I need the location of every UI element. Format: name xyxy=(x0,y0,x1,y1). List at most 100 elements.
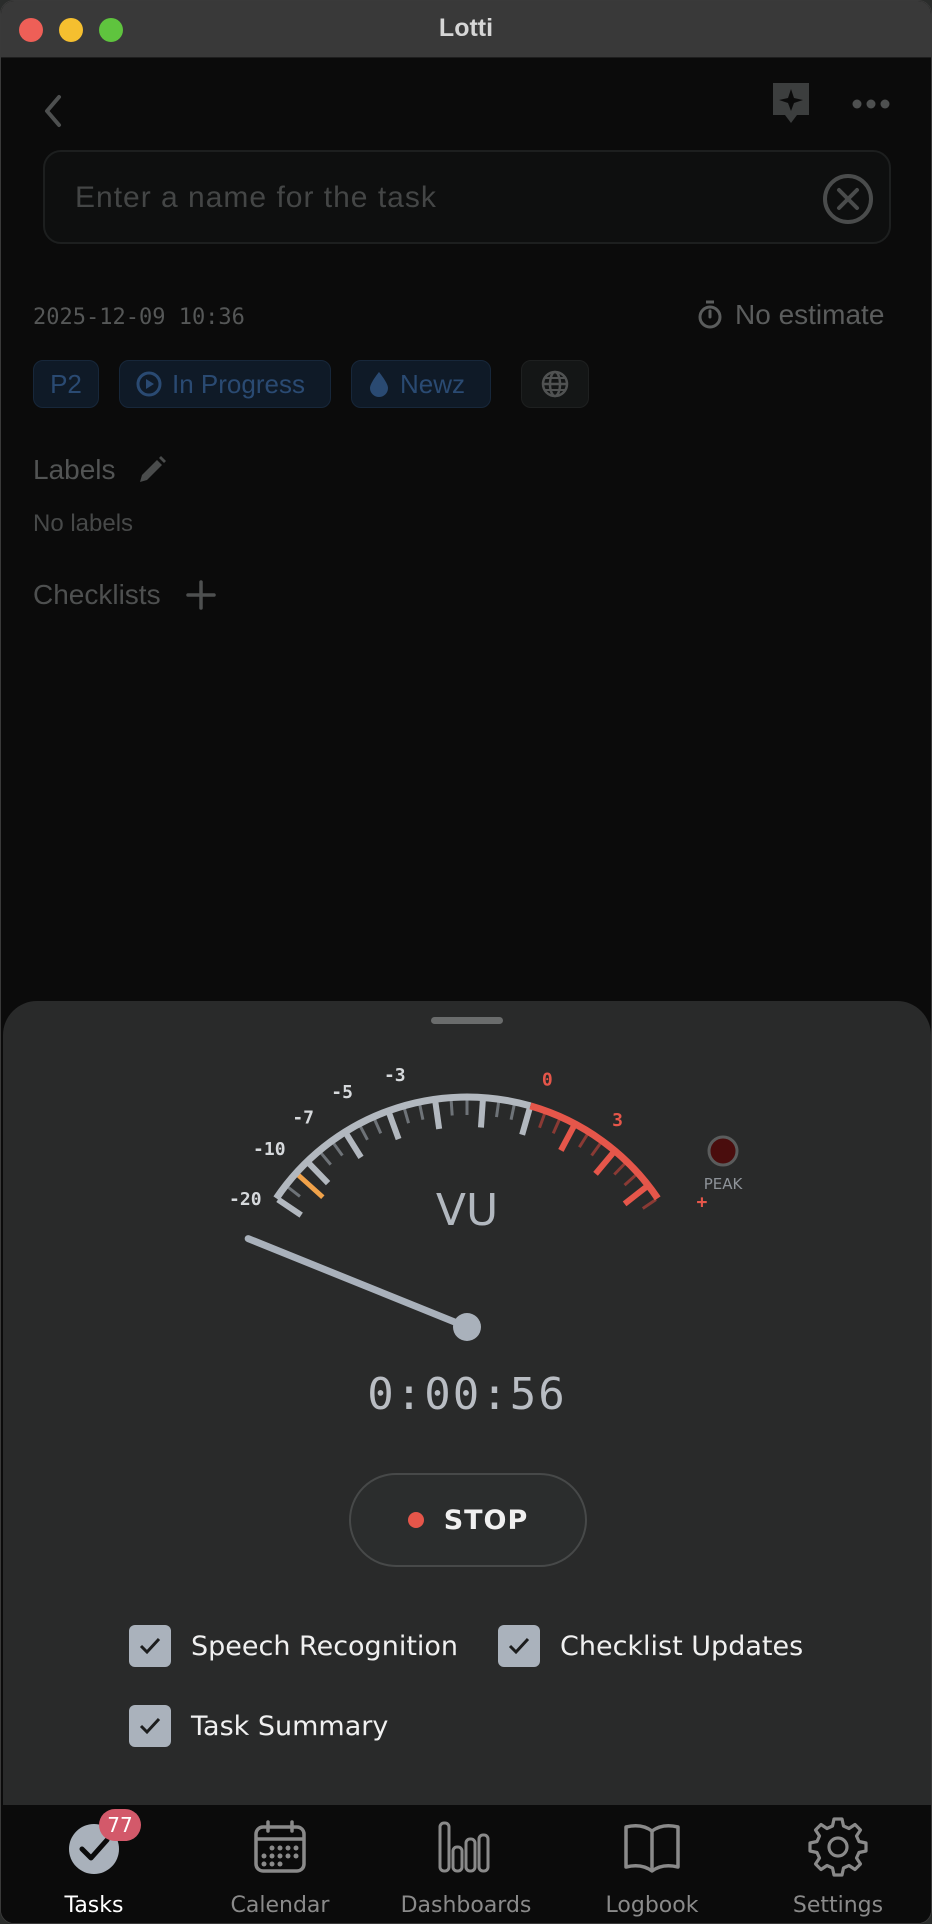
more-options-icon[interactable] xyxy=(849,89,893,119)
priority-label: P2 xyxy=(50,368,82,399)
vu-tick xyxy=(551,1118,562,1134)
nav-item-dashboards[interactable]: Dashboards xyxy=(373,1805,559,1923)
vu-title: VU xyxy=(436,1185,498,1236)
water-drop-icon xyxy=(370,372,388,397)
vu-needle-pivot xyxy=(453,1313,481,1341)
vu-tick xyxy=(613,1161,627,1176)
estimate-button[interactable]: No estimate xyxy=(697,299,884,331)
category-chip[interactable]: Newz xyxy=(351,360,491,408)
labels-section: Labels xyxy=(33,454,168,486)
nav-item-logbook[interactable]: Logbook xyxy=(559,1805,745,1923)
speech-recognition-option[interactable]: Speech Recognition xyxy=(129,1625,458,1667)
estimate-label: No estimate xyxy=(735,299,885,330)
tasks-badge: 77 xyxy=(99,1809,141,1841)
status-chip[interactable]: In Progress xyxy=(119,360,331,408)
back-chevron-icon[interactable] xyxy=(37,85,67,135)
checklist-updates-checkbox[interactable] xyxy=(498,1625,540,1667)
timer-icon xyxy=(698,300,722,329)
title-bar: Lotti xyxy=(1,1,931,58)
vu-tick xyxy=(386,1111,402,1141)
vu-scale-label: + xyxy=(696,1192,707,1213)
vu-tick xyxy=(418,1103,425,1120)
nav-item-calendar[interactable]: Calendar xyxy=(187,1805,373,1923)
vu-tick xyxy=(449,1099,454,1116)
nav-item-tasks[interactable]: 77 Tasks xyxy=(1,1805,187,1923)
task-summary-checkbox[interactable] xyxy=(129,1705,171,1747)
app-window: Lotti 2025-12-09 10:36 xyxy=(0,0,932,1924)
nav-item-settings[interactable]: Settings xyxy=(745,1805,931,1923)
vu-scale-label: -5 xyxy=(331,1082,353,1103)
vu-scale-label: 3 xyxy=(612,1110,623,1131)
calendar-icon xyxy=(254,1820,306,1873)
add-checklist-icon[interactable] xyxy=(185,579,217,611)
globe-icon xyxy=(541,370,569,398)
vu-tick xyxy=(343,1132,364,1159)
window-title: Lotti xyxy=(438,14,494,42)
vu-tick xyxy=(372,1118,383,1134)
priority-chip[interactable]: P2 xyxy=(33,360,99,408)
vu-tick xyxy=(538,1112,547,1129)
bottom-navigation: 77 Tasks Calendar Dashboards Logbook Set… xyxy=(1,1805,931,1923)
vu-tick xyxy=(319,1151,332,1166)
record-dot-icon xyxy=(407,1512,424,1528)
vu-scale-label: -20 xyxy=(229,1189,262,1210)
checklists-heading: Checklists xyxy=(33,579,161,610)
vu-tick xyxy=(358,1124,369,1141)
labels-empty-text: No labels xyxy=(33,510,134,537)
vu-scale-label: -7 xyxy=(292,1107,314,1128)
vu-tick xyxy=(641,1198,657,1210)
peak-indicator-icon xyxy=(707,1135,739,1167)
labels-heading: Labels xyxy=(33,454,116,485)
sheet-drag-handle[interactable] xyxy=(431,1017,503,1024)
task-date[interactable]: 2025-12-09 10:36 xyxy=(33,305,245,330)
bar-chart-icon xyxy=(438,1821,490,1873)
stop-label: STOP xyxy=(443,1504,529,1536)
clear-input-icon[interactable] xyxy=(821,172,875,226)
task-detail-page: 2025-12-09 10:36 No estimate P2 In Progr… xyxy=(1,59,931,1009)
book-icon xyxy=(624,1824,680,1873)
vu-tick xyxy=(558,1124,577,1152)
vu-arc-normal xyxy=(273,1093,532,1201)
ai-assistant-icon[interactable] xyxy=(769,79,813,127)
gear-icon xyxy=(808,1817,868,1877)
status-label: In Progress xyxy=(172,368,305,399)
vu-tick xyxy=(578,1132,590,1149)
task-name-input[interactable] xyxy=(75,176,815,220)
vu-tick xyxy=(276,1197,303,1218)
vu-needle xyxy=(244,1235,471,1331)
vu-scale-label: -10 xyxy=(253,1139,286,1160)
stop-recording-button[interactable]: STOP xyxy=(349,1473,587,1567)
nav-label-calendar: Calendar xyxy=(230,1893,330,1918)
checkmark-icon xyxy=(508,1637,530,1655)
edit-pencil-icon[interactable] xyxy=(136,454,168,486)
nav-label-logbook: Logbook xyxy=(605,1893,699,1918)
category-label: Newz xyxy=(400,368,466,399)
checklist-updates-label: Checklist Updates xyxy=(560,1630,804,1662)
language-chip[interactable] xyxy=(521,360,589,408)
vu-tick xyxy=(519,1107,533,1136)
task-summary-label: Task Summary xyxy=(191,1710,389,1742)
speech-recognition-checkbox[interactable] xyxy=(129,1625,171,1667)
recording-sheet: VU -20 -10 -7 -5 -3 0 3 + PEAK 0:00:56 S… xyxy=(3,1001,931,1811)
recording-timer: 0:00:56 xyxy=(367,1369,567,1420)
vu-tick xyxy=(590,1141,603,1157)
vu-scale-label: -3 xyxy=(384,1065,406,1086)
checklist-updates-option[interactable]: Checklist Updates xyxy=(498,1625,803,1667)
speech-recognition-label: Speech Recognition xyxy=(191,1630,459,1662)
checkmark-icon xyxy=(139,1717,161,1735)
vu-tick xyxy=(331,1141,344,1157)
vu-tick xyxy=(593,1150,616,1176)
play-circle-icon xyxy=(136,371,162,397)
vu-tick xyxy=(477,1099,486,1128)
vu-scale-label: 0 xyxy=(542,1070,553,1091)
task-name-field[interactable] xyxy=(43,150,891,244)
vu-tick xyxy=(402,1107,411,1124)
vu-tick xyxy=(286,1185,301,1198)
vu-tick xyxy=(495,1101,501,1118)
vu-tick xyxy=(623,1173,638,1187)
vu-tick xyxy=(432,1100,443,1130)
vu-tick xyxy=(622,1184,649,1207)
checklists-section: Checklists xyxy=(33,579,217,611)
task-summary-option[interactable]: Task Summary xyxy=(129,1705,388,1747)
vu-tick xyxy=(509,1103,516,1120)
